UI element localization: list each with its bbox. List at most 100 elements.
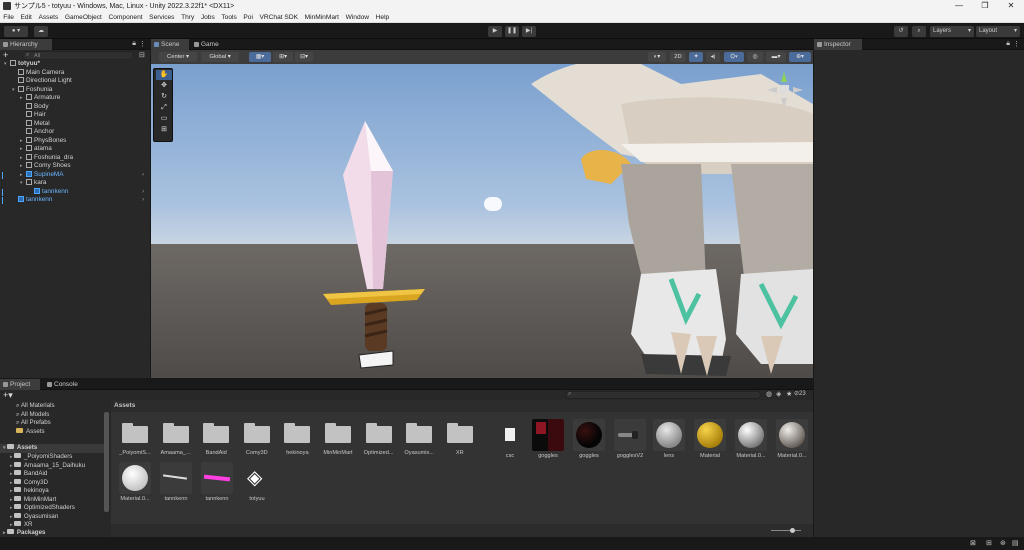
project-tree-item[interactable]: ▸ _PoiyomiShaders <box>10 453 72 462</box>
hidden-objects-toggle[interactable]: ◎ <box>747 52 763 62</box>
tab-project[interactable]: Project <box>0 379 40 390</box>
hierarchy-item[interactable]: Metal <box>20 119 50 129</box>
project-tree-item[interactable]: ▸ MinMinMart <box>10 495 56 505</box>
asset-file[interactable]: Material <box>690 412 730 459</box>
search-by-type-icon[interactable]: ◍ <box>766 390 772 398</box>
hierarchy-item[interactable]: ▸ Foshunia_dra <box>20 153 73 163</box>
more-options-icon[interactable]: ⋮ <box>1013 40 1020 48</box>
menu-item-services[interactable]: Services <box>146 14 178 21</box>
menu-item-vrchat-sdk[interactable]: VRChat SDK <box>256 14 301 21</box>
hierarchy-item[interactable]: Directional Light <box>12 77 72 86</box>
hierarchy-item[interactable]: ▸ SupineMA › <box>2 170 144 180</box>
menu-item-tools[interactable]: Tools <box>218 14 240 21</box>
hierarchy-item[interactable]: Hair <box>20 111 46 120</box>
hierarchy-item[interactable]: ▸ Armature <box>20 94 60 103</box>
grid-snap-button[interactable]: ▦▾ <box>249 52 271 62</box>
lock-icon[interactable]: 🔒︎ <box>132 40 136 48</box>
ruler-button[interactable]: ⊟▾ <box>295 52 313 62</box>
lighting-toggle[interactable]: ✦ <box>689 52 703 62</box>
hierarchy-item[interactable]: ▸ atama <box>20 145 52 154</box>
menu-item-edit[interactable]: Edit <box>17 14 35 21</box>
gizmos-dropdown[interactable]: ⊕▾ <box>789 52 811 62</box>
asset-file[interactable]: lens <box>649 412 689 459</box>
project-tree-item[interactable]: ▸ hekinoya <box>10 487 49 496</box>
menu-item-thry[interactable]: Thry <box>178 14 198 21</box>
project-tree-item[interactable]: ▸ Oyasumisan <box>10 512 58 522</box>
star-icon[interactable]: ★ <box>786 390 792 398</box>
hierarchy-item[interactable]: ▾ Foshunia <box>12 85 52 95</box>
hierarchy-item[interactable]: Anchor <box>20 128 54 137</box>
layout-dropdown[interactable]: Layout ▾ <box>976 26 1020 37</box>
favorite-item[interactable]: Assets <box>16 427 45 437</box>
layers-dropdown[interactable]: Layers ▾ <box>930 26 974 37</box>
lock-icon[interactable]: 🔒︎ <box>1006 40 1010 48</box>
play-button[interactable]: ▶ <box>488 26 502 37</box>
tab-hierarchy[interactable]: Hierarchy <box>0 39 52 50</box>
search-button[interactable]: ⌕ <box>912 26 926 37</box>
asset-folder[interactable]: Optimized... <box>359 412 399 462</box>
asset-file[interactable]: gogglesV2 <box>610 412 650 459</box>
menu-item-help[interactable]: Help <box>372 14 392 21</box>
menu-item-gameobject[interactable]: GameObject <box>62 14 106 21</box>
pivot-center-dropdown[interactable]: Center ▾ <box>159 52 197 62</box>
asset-file[interactable]: Material.0... <box>115 455 155 502</box>
toggle-2d-button[interactable]: 2D <box>670 52 686 62</box>
asset-folder[interactable]: MinMinMart <box>318 412 358 462</box>
create-asset-button[interactable]: +▾ <box>3 390 15 400</box>
hierarchy-item[interactable]: ▾ kara <box>20 179 46 188</box>
progress-icon[interactable]: ⊞ <box>986 539 992 547</box>
assets-root-row[interactable]: ▾ Assets <box>0 444 104 453</box>
hidden-packages-counter[interactable]: ⊘23 <box>794 390 806 397</box>
snap-increment-button[interactable]: ⊞▾ <box>273 52 293 62</box>
notifications-icon[interactable]: ▤ <box>1012 539 1019 547</box>
rect-tool-icon[interactable]: ▭ <box>156 114 172 124</box>
project-tree-item[interactable]: ▸ BandAid <box>10 470 47 479</box>
account-button[interactable]: ● ▾ <box>4 26 28 37</box>
maximize-button[interactable]: ❐ <box>972 0 998 12</box>
zoom-slider-track[interactable] <box>771 530 801 531</box>
asset-file[interactable]: ◈ totyuu <box>237 455 277 502</box>
search-by-label-icon[interactable]: ◈ <box>776 390 781 398</box>
filter-icon[interactable]: ⊟ <box>139 51 145 59</box>
draw-mode-button[interactable]: ◐▾ <box>648 52 666 62</box>
open-prefab-icon[interactable]: › <box>142 188 144 197</box>
scale-tool-icon[interactable]: ⤢ <box>156 103 172 113</box>
hierarchy-item[interactable]: tannkenn › <box>2 187 144 197</box>
asset-file[interactable]: tannkenn <box>156 455 196 502</box>
hierarchy-item[interactable]: ▾ totyuu* <box>4 60 40 69</box>
asset-file[interactable]: Material.0... <box>772 412 812 459</box>
tab-inspector[interactable]: Inspector <box>814 39 862 50</box>
orientation-gizmo[interactable] <box>763 68 807 112</box>
favorite-item[interactable]: ⌕ All Models <box>16 411 49 420</box>
hierarchy-item[interactable]: tannkenn › <box>2 196 144 205</box>
camera-settings-dropdown[interactable]: ▬▾ <box>766 52 786 62</box>
asset-file[interactable]: Material.0... <box>731 412 771 459</box>
close-button[interactable]: ✕ <box>998 0 1024 12</box>
step-button[interactable]: ▶| <box>522 26 536 37</box>
tab-scene[interactable]: Scene <box>151 39 189 50</box>
tab-console[interactable]: Console <box>44 379 86 390</box>
tree-scrollbar[interactable] <box>104 412 109 512</box>
open-prefab-icon[interactable]: › <box>142 196 144 205</box>
menu-item-minminmart[interactable]: MinMinMart <box>301 14 342 21</box>
menu-item-assets[interactable]: Assets <box>35 14 61 21</box>
breadcrumb-assets[interactable]: Assets <box>114 402 135 409</box>
pause-button[interactable]: ❚❚ <box>505 26 519 37</box>
pivot-global-dropdown[interactable]: Global ▾ <box>201 52 239 62</box>
scene-viewport[interactable]: ✋ ✥ ↻ ⤢ ▭ ⊞ <box>151 64 813 378</box>
minimize-button[interactable]: — <box>946 0 972 12</box>
transform-tool-icon[interactable]: ⊞ <box>156 125 172 135</box>
favorite-item[interactable]: ⌕ All Materials <box>16 402 55 411</box>
hierarchy-search-input[interactable]: ⌕ All <box>22 51 134 60</box>
asset-folder[interactable]: XR <box>440 412 480 462</box>
network-icon[interactable]: ⊠ <box>970 539 976 547</box>
project-tree-item[interactable]: ▸ Comy3D <box>10 478 48 488</box>
menu-item-jobs[interactable]: Jobs <box>198 14 219 21</box>
asset-folder[interactable]: Oyasumis... <box>399 412 439 462</box>
rotate-tool-icon[interactable]: ↻ <box>156 92 172 102</box>
open-prefab-icon[interactable]: › <box>142 171 144 180</box>
asset-file[interactable]: csc <box>490 412 530 459</box>
add-object-button[interactable]: + <box>3 51 13 60</box>
zoom-slider-handle[interactable] <box>790 528 795 533</box>
menu-item-window[interactable]: Window <box>342 14 372 21</box>
